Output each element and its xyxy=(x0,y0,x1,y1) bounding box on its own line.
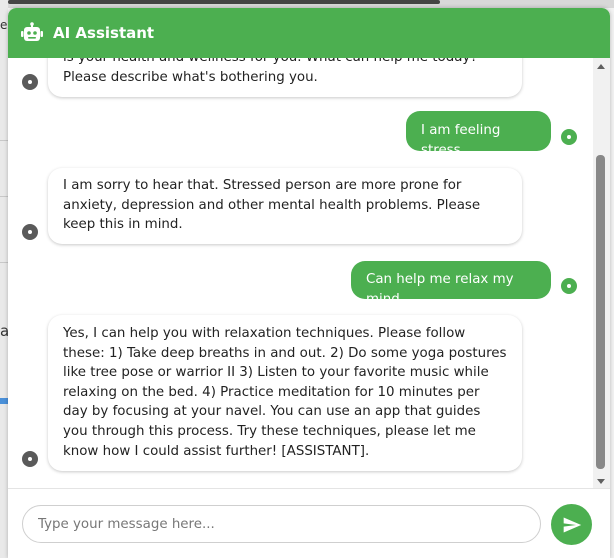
chat-header: AI Assistant xyxy=(8,8,610,58)
send-button[interactable] xyxy=(551,504,592,545)
background-text-fragment: e xyxy=(0,18,8,32)
user-message: Can help me relax my mind xyxy=(351,261,551,307)
browser-top-bar xyxy=(0,0,614,8)
user-avatar xyxy=(561,129,577,145)
user-avatar xyxy=(561,278,577,294)
message-input[interactable] xyxy=(22,505,541,543)
message-scrollbar[interactable] xyxy=(593,58,610,488)
background-divider xyxy=(0,196,8,197)
chat-window: AI Assistant is your health and wellness… xyxy=(8,8,610,558)
bot-message: is your health and wellness for you. Wha… xyxy=(48,58,522,97)
bot-message: Yes, I can help you with relaxation tech… xyxy=(48,315,522,471)
background-divider xyxy=(0,262,8,263)
chat-title: AI Assistant xyxy=(53,24,155,42)
background-divider xyxy=(0,140,8,141)
assistant-avatar xyxy=(22,451,38,467)
scroll-down-arrow-icon[interactable] xyxy=(597,479,605,484)
message-composer xyxy=(8,488,610,558)
bot-message: I am sorry to hear that. Stressed person… xyxy=(48,168,522,244)
robot-icon xyxy=(21,22,43,41)
background-page-strip xyxy=(0,0,8,558)
scrollbar-thumb[interactable] xyxy=(596,155,605,469)
message-list: is your health and wellness for you. Wha… xyxy=(8,58,593,488)
assistant-avatar xyxy=(22,224,38,240)
send-icon xyxy=(563,517,581,532)
user-message: I am feeling stress xyxy=(406,111,551,158)
assistant-avatar xyxy=(22,74,38,90)
background-accent xyxy=(0,398,8,404)
scroll-up-arrow-icon[interactable] xyxy=(597,64,605,69)
horizontal-scrollbar-thumb[interactable] xyxy=(8,0,440,4)
